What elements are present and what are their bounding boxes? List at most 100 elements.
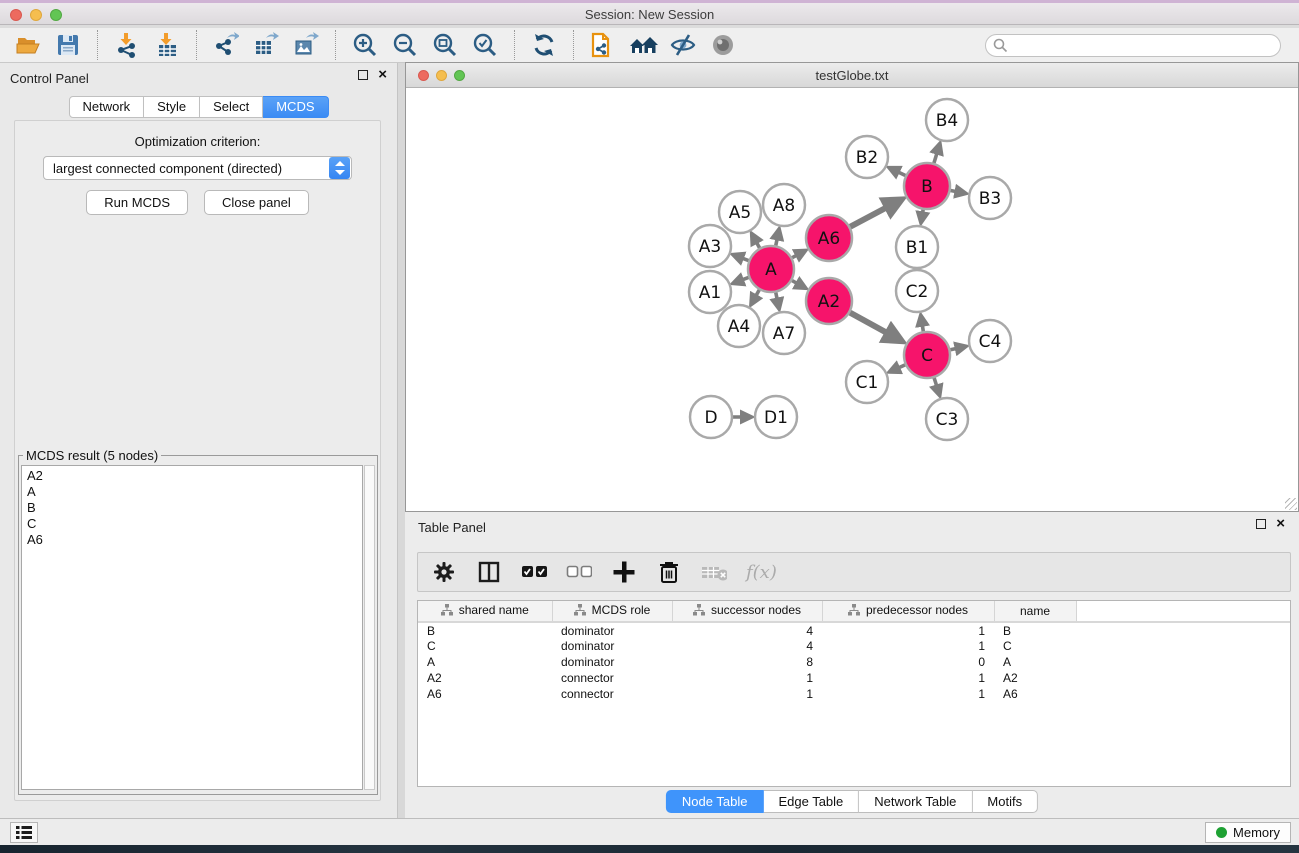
table-row[interactable]: Cdominator41C [418,638,1290,654]
graph-node-B3[interactable]: B3 [969,177,1011,219]
graph-node-D[interactable]: D [690,396,732,438]
zoom-fit-icon[interactable] [430,30,460,60]
cell-MCDS-role[interactable]: connector [552,686,672,702]
close-panel-button[interactable]: Close panel [204,190,309,215]
zoom-out-icon[interactable] [390,30,420,60]
cell-name[interactable]: C [994,638,1076,654]
cell-name[interactable]: A2 [994,670,1076,686]
share-document-icon[interactable] [588,30,618,60]
cell-MCDS-role[interactable]: connector [552,670,672,686]
edge-A6-B[interactable] [850,200,901,227]
graph-node-A[interactable]: A [748,246,794,292]
column-header-shared-name[interactable]: shared name [418,601,552,622]
graph-node-C[interactable]: C [904,332,950,378]
mcds-result-list[interactable]: A2ABCA6 [21,465,363,790]
network-window-titlebar[interactable]: testGlobe.txt [406,63,1298,88]
cell-shared-name[interactable]: A6 [418,686,552,702]
tab-edge-table[interactable]: Edge Table [763,790,859,813]
cell-predecessor-nodes[interactable]: 1 [822,638,994,654]
edge-B-B4[interactable] [934,144,940,163]
window-resize-grip[interactable] [1285,498,1297,510]
column-header-successor-nodes[interactable]: successor nodes [672,601,822,622]
function-builder-icon[interactable]: f(x) [746,562,777,583]
settings-gear-icon[interactable] [431,559,457,585]
cell-successor-nodes[interactable]: 8 [672,654,822,670]
graph-node-A2[interactable]: A2 [806,278,852,324]
tab-node-table[interactable]: Node Table [666,790,764,813]
tab-mcds[interactable]: MCDS [263,96,328,118]
result-list-item[interactable]: C [27,516,357,532]
edge-B-B2[interactable] [889,168,905,176]
cell-successor-nodes[interactable]: 1 [672,670,822,686]
graph-node-C1[interactable]: C1 [846,361,888,403]
cell-predecessor-nodes[interactable]: 0 [822,654,994,670]
add-column-icon[interactable] [611,559,637,585]
float-table-panel-icon[interactable] [1256,519,1266,529]
cell-successor-nodes[interactable]: 4 [672,638,822,654]
cell-name[interactable]: A6 [994,686,1076,702]
delete-column-icon[interactable] [656,559,682,585]
tab-motifs[interactable]: Motifs [972,790,1038,813]
deselect-all-icon[interactable] [566,559,592,585]
graph-node-B2[interactable]: B2 [846,136,888,178]
column-header-name[interactable]: name [994,601,1076,622]
cell-predecessor-nodes[interactable]: 1 [822,686,994,702]
graph-node-A6[interactable]: A6 [806,215,852,261]
graph-node-D1[interactable]: D1 [755,396,797,438]
edge-A-A3[interactable] [733,255,749,261]
tab-select[interactable]: Select [200,96,263,118]
graph-node-B4[interactable]: B4 [926,99,968,141]
close-table-panel-icon[interactable]: × [1276,519,1285,529]
graph-node-A4[interactable]: A4 [718,305,760,347]
criterion-dropdown[interactable]: largest connected component (directed) [43,156,352,180]
column-chooser-icon[interactable] [476,559,502,585]
zoom-in-icon[interactable] [350,30,380,60]
edge-A-A5[interactable] [752,234,760,248]
edge-C-C3[interactable] [934,378,940,396]
edge-A-A2[interactable] [792,281,806,289]
zoom-selected-icon[interactable] [470,30,500,60]
result-list-item[interactable]: B [27,500,357,516]
graph-node-A5[interactable]: A5 [719,191,761,233]
save-session-icon[interactable] [53,30,83,60]
graph-node-A7[interactable]: A7 [763,312,805,354]
tab-network-table[interactable]: Network Table [859,790,972,813]
node-table[interactable]: shared nameMCDS rolesuccessor nodesprede… [417,600,1291,787]
export-image-icon[interactable] [291,30,321,60]
graph-node-C4[interactable]: C4 [969,320,1011,362]
hide-graphics-icon[interactable] [668,30,698,60]
edge-B-B3[interactable] [951,190,966,193]
tab-network[interactable]: Network [68,96,144,118]
table-row[interactable]: Bdominator41B [418,622,1290,638]
edge-C-C2[interactable] [921,315,923,331]
cell-shared-name[interactable]: C [418,638,552,654]
close-panel-icon[interactable]: × [378,70,387,80]
column-header-predecessor-nodes[interactable]: predecessor nodes [822,601,994,622]
graph-node-C3[interactable]: C3 [926,398,968,440]
cell-name[interactable]: B [994,622,1076,638]
network-canvas[interactable]: B4B2BB3A5A8A6A3B1AA1C2A2A4A7C4CC1C3DD1 [406,88,1298,511]
export-table-icon[interactable] [251,30,281,60]
cell-shared-name[interactable]: A2 [418,670,552,686]
edge-A-A1[interactable] [733,277,749,283]
edge-C-C4[interactable] [950,346,966,349]
delete-table-icon[interactable] [701,559,727,585]
cell-MCDS-role[interactable]: dominator [552,622,672,638]
import-table-icon[interactable] [152,30,182,60]
cell-predecessor-nodes[interactable]: 1 [822,670,994,686]
graph-node-A8[interactable]: A8 [763,184,805,226]
memory-button[interactable]: Memory [1205,822,1291,843]
edge-A-A8[interactable] [776,229,779,245]
edge-A-A7[interactable] [776,293,779,309]
result-scrollbar[interactable] [364,465,375,790]
edge-A-A6[interactable] [792,251,805,258]
run-mcds-button[interactable]: Run MCDS [86,190,188,215]
table-row[interactable]: A2connector11A2 [418,670,1290,686]
open-session-icon[interactable] [13,30,43,60]
export-network-icon[interactable] [211,30,241,60]
cell-MCDS-role[interactable]: dominator [552,638,672,654]
edge-A2-C[interactable] [850,313,902,341]
cell-successor-nodes[interactable]: 4 [672,622,822,638]
show-graphics-icon[interactable] [708,30,738,60]
import-network-icon[interactable] [112,30,142,60]
